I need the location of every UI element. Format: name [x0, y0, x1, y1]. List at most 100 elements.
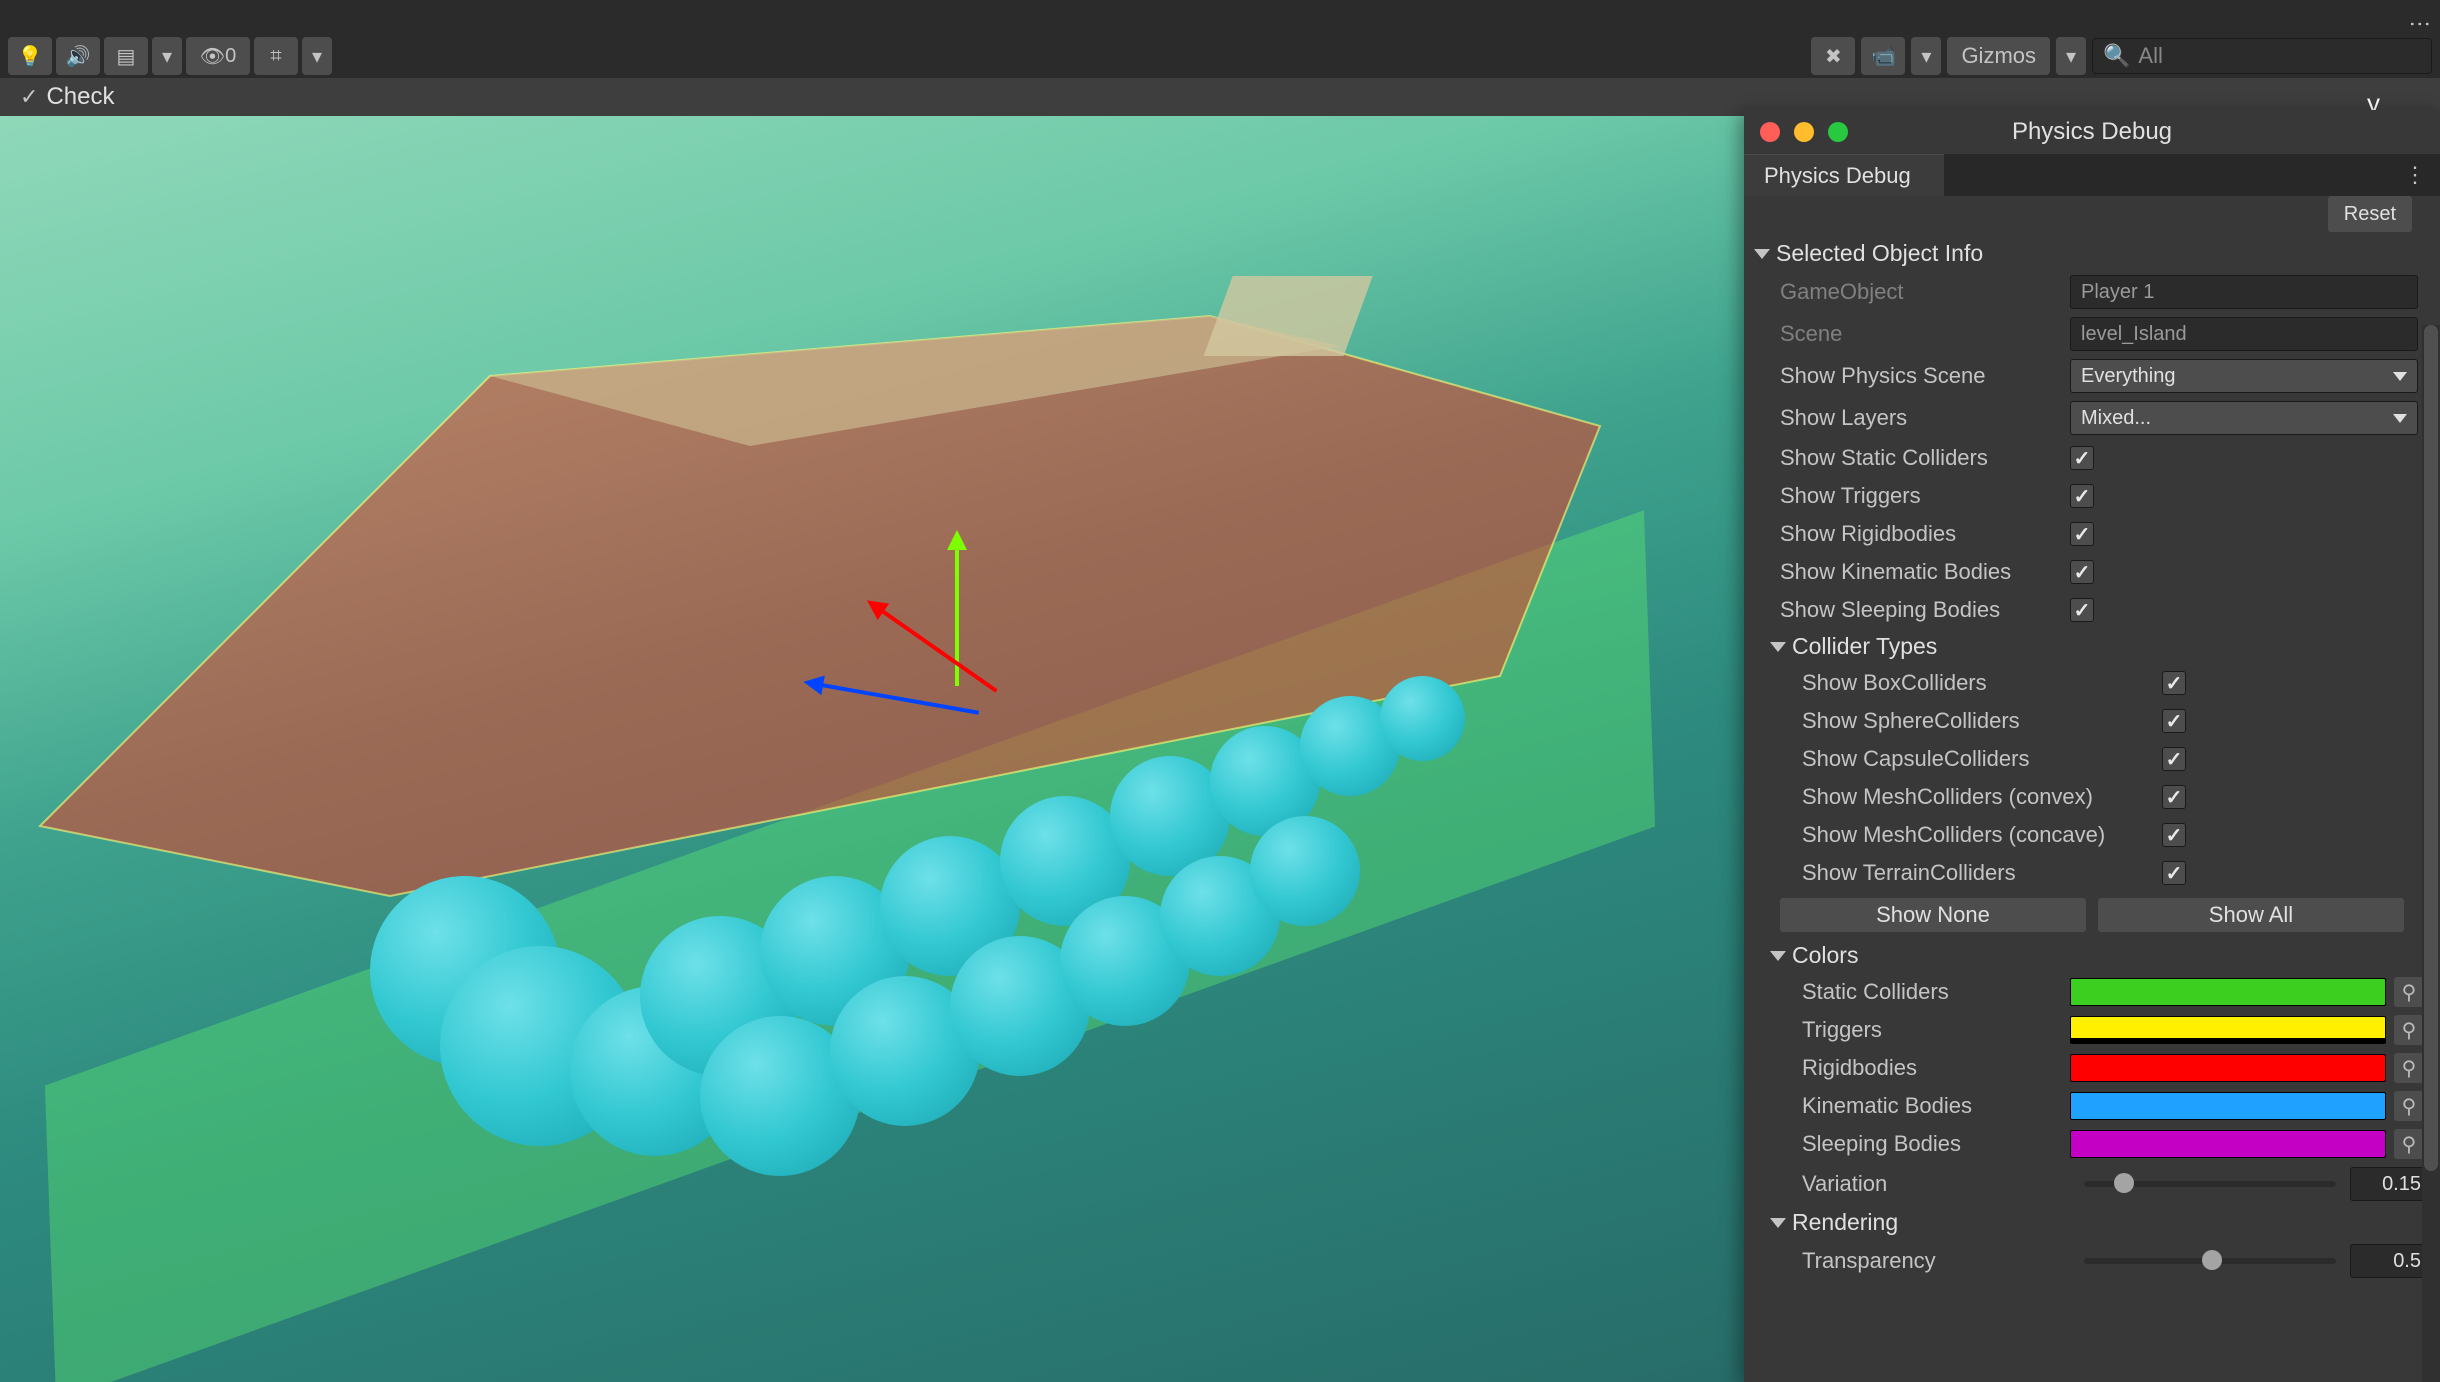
static-color-row: Static Colliders⚲	[1744, 973, 2440, 1011]
eyedropper-icon[interactable]: ⚲	[2394, 1091, 2424, 1121]
audio-icon[interactable]: 🔊	[56, 37, 100, 75]
static-colliders-label: Show Static Colliders	[1780, 445, 2070, 471]
transparency-row: Transparency 0.5	[1744, 1240, 2440, 1282]
scrollbar-thumb[interactable]	[2424, 325, 2438, 1171]
physics-scene-row: Show Physics Scene Everything	[1744, 355, 2440, 397]
colors-header[interactable]: Colors	[1744, 938, 2440, 973]
terrain-checkbox[interactable]	[2162, 861, 2186, 885]
sleeping-color-swatch[interactable]	[2070, 1130, 2386, 1158]
layers-icon[interactable]: ▤	[104, 37, 148, 75]
transparency-slider[interactable]	[2084, 1258, 2336, 1264]
variation-slider[interactable]	[2084, 1181, 2336, 1187]
rigid-color-row: Rigidbodies ⚲	[1744, 1049, 2440, 1087]
static-color-swatch[interactable]	[2070, 978, 2386, 1006]
eyedropper-icon[interactable]: ⚲	[2394, 1129, 2424, 1159]
triggers-checkbox[interactable]	[2070, 484, 2094, 508]
capsule-label: Show CapsuleColliders	[1802, 746, 2162, 772]
concave-row: Show MeshColliders (concave)	[1744, 816, 2440, 854]
sleeping-color-row: Sleeping Bodies ⚲	[1744, 1125, 2440, 1163]
tools-icon[interactable]: ✖	[1811, 37, 1855, 75]
chevron-down-icon	[2393, 372, 2407, 381]
section-title: Rendering	[1792, 1209, 1898, 1236]
tab-physics-debug[interactable]: Physics Debug	[1744, 154, 1944, 196]
kinematic-row: Show Kinematic Bodies	[1744, 553, 2440, 591]
triggers-row: Show Triggers	[1744, 477, 2440, 515]
window-tabs: Physics Debug ⋮	[1744, 154, 2440, 196]
grid-dropdown-icon[interactable]: ▾	[302, 37, 332, 75]
transparency-label: Transparency	[1802, 1248, 2070, 1274]
light-icon[interactable]: 💡	[8, 37, 52, 75]
physics-scene-dropdown[interactable]: Everything	[2070, 359, 2418, 393]
variation-value[interactable]: 0.15	[2350, 1167, 2430, 1201]
kinematic-checkbox[interactable]	[2070, 560, 2094, 584]
box-label: Show BoxColliders	[1802, 670, 2162, 696]
minimize-icon[interactable]	[1794, 122, 1814, 142]
terrain-row: Show TerrainColliders	[1744, 854, 2440, 892]
static-colliders-checkbox[interactable]	[2070, 446, 2094, 470]
sleeping-label: Show Sleeping Bodies	[1780, 597, 2070, 623]
chevron-down-icon	[2393, 414, 2407, 423]
rigidbodies-label: Show Rigidbodies	[1780, 521, 2070, 547]
layers-dropdown-icon[interactable]: ▾	[152, 37, 182, 75]
sphere-checkbox[interactable]	[2162, 709, 2186, 733]
close-icon[interactable]	[1760, 122, 1780, 142]
selected-object-header[interactable]: Selected Object Info	[1744, 236, 2440, 271]
triggers-color-swatch[interactable]	[2070, 1016, 2386, 1044]
reset-button[interactable]: Reset	[2328, 196, 2412, 232]
window-controls	[1760, 122, 1848, 142]
collider-types-header[interactable]: Collider Types	[1744, 629, 2440, 664]
camera-dropdown-icon[interactable]: ▾	[1911, 37, 1941, 75]
triggers-label: Show Triggers	[1780, 483, 2070, 509]
rigid-color-swatch[interactable]	[2070, 1054, 2386, 1082]
rendering-header[interactable]: Rendering	[1744, 1205, 2440, 1240]
rigidbodies-row: Show Rigidbodies	[1744, 515, 2440, 553]
box-checkbox[interactable]	[2162, 671, 2186, 695]
chevron-down-icon: ✓	[20, 84, 38, 110]
sleeping-row: Show Sleeping Bodies	[1744, 591, 2440, 629]
zoom-icon[interactable]	[1828, 122, 1848, 142]
eyedropper-icon[interactable]: ⚲	[2394, 1053, 2424, 1083]
scene-toolbar: 💡 🔊 ▤ ▾ 👁0 ⌗ ▾ ✖ 📹 ▾ Gizmos ▾ 🔍 All	[0, 34, 2440, 78]
window-titlebar[interactable]: Physics Debug	[1744, 110, 2440, 154]
concave-label: Show MeshColliders (concave)	[1802, 822, 2162, 848]
eyedropper-icon[interactable]: ⚲	[2394, 1015, 2424, 1045]
hidden-icon[interactable]: 👁0	[186, 37, 250, 75]
convex-row: Show MeshColliders (convex)	[1744, 778, 2440, 816]
show-none-button[interactable]: Show None	[1780, 898, 2086, 932]
toolbar-right-group: ✖ 📹 ▾ Gizmos ▾ 🔍 All	[1811, 37, 2432, 75]
search-input[interactable]: 🔍 All	[2092, 38, 2432, 74]
capsule-checkbox[interactable]	[2162, 747, 2186, 771]
search-placeholder: All	[2138, 43, 2162, 69]
scene-row: Scene level_Island	[1744, 313, 2440, 355]
rigid-color-label: Rigidbodies	[1802, 1055, 2070, 1081]
sphere-label: Show SphereColliders	[1802, 708, 2162, 734]
concave-checkbox[interactable]	[2162, 823, 2186, 847]
grid-icon[interactable]: ⌗	[254, 37, 298, 75]
foldout-triangle-icon	[1770, 642, 1786, 652]
camera-icon[interactable]: 📹	[1861, 37, 1905, 75]
tab-menu-icon[interactable]: ⋮	[2390, 154, 2440, 196]
scrollbar[interactable]	[2422, 325, 2440, 1382]
rigidbodies-checkbox[interactable]	[2070, 522, 2094, 546]
more-menu-icon[interactable]: ⋮	[2407, 13, 2433, 29]
convex-checkbox[interactable]	[2162, 785, 2186, 809]
gizmos-dropdown-icon[interactable]: ▾	[2056, 37, 2086, 75]
sleeping-color-label: Sleeping Bodies	[1802, 1131, 2070, 1157]
capsule-row: Show CapsuleColliders	[1744, 740, 2440, 778]
gizmos-button[interactable]: Gizmos	[1947, 37, 2050, 75]
foldout-triangle-icon	[1770, 951, 1786, 961]
layers-dropdown[interactable]: Mixed...	[2070, 401, 2418, 435]
kinematic-color-swatch[interactable]	[2070, 1092, 2386, 1120]
kinematic-color-row: Kinematic Bodies⚲	[1744, 1087, 2440, 1125]
check-label: Check	[46, 83, 114, 111]
gameobject-value: Player 1	[2070, 275, 2418, 309]
dropdown-value: Everything	[2081, 365, 2176, 388]
sleeping-checkbox[interactable]	[2070, 598, 2094, 622]
physics-scene-label: Show Physics Scene	[1780, 363, 2070, 389]
eyedropper-icon[interactable]: ⚲	[2394, 977, 2424, 1007]
show-all-button[interactable]: Show All	[2098, 898, 2404, 932]
transparency-value[interactable]: 0.5	[2350, 1244, 2430, 1278]
search-icon: 🔍	[2103, 43, 2130, 69]
gizmos-label: Gizmos	[1961, 43, 2036, 69]
dropdown-value: Mixed...	[2081, 407, 2151, 430]
